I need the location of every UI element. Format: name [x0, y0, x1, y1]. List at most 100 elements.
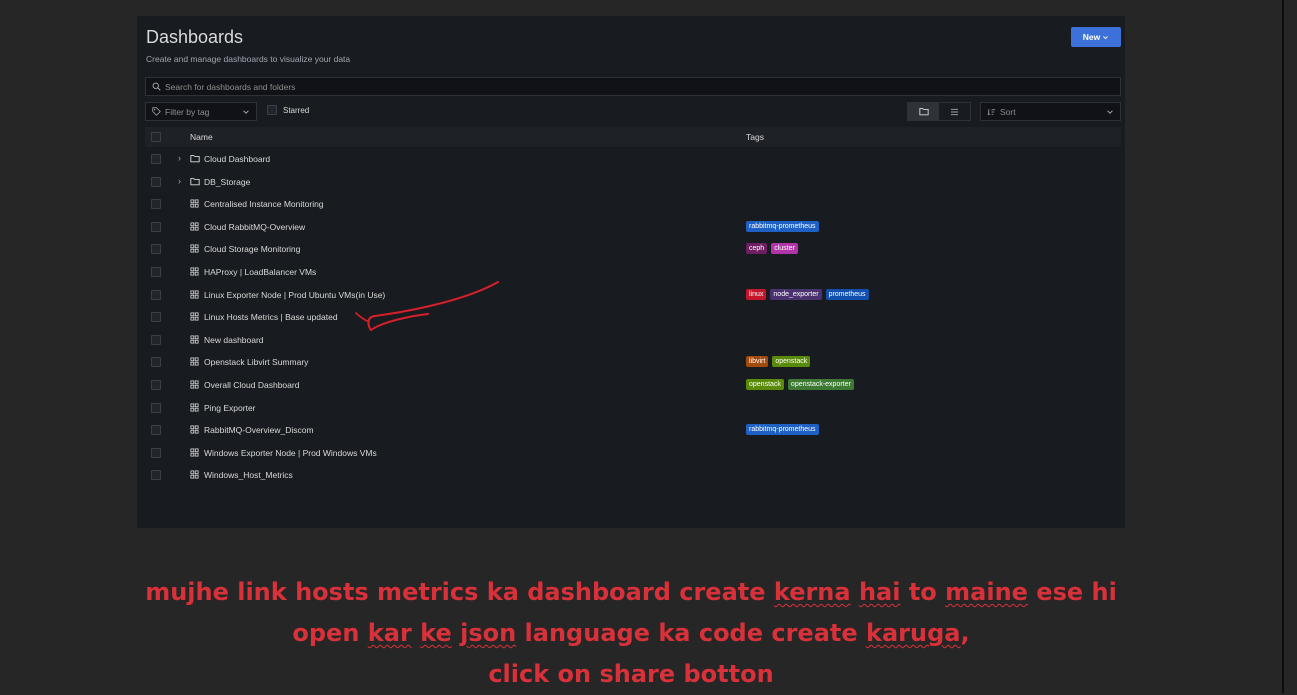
- tag-badge[interactable]: openstack: [772, 356, 811, 368]
- table-row[interactable]: Windows_Host_Metrics: [145, 464, 1121, 487]
- folder-icon: [190, 155, 200, 163]
- chevron-down-icon: [1107, 109, 1113, 114]
- tag-badge[interactable]: rabbitmq-prometheus: [746, 424, 819, 436]
- tag-badge[interactable]: node_exporter: [770, 288, 822, 300]
- dashboard-icon-wrap: [190, 425, 199, 436]
- annotation-line-1: mujhe link hosts metrics ka dashboard cr…: [0, 572, 1262, 613]
- row-checkbox[interactable]: [151, 266, 161, 277]
- row-checkbox[interactable]: [151, 470, 161, 481]
- row-name-link[interactable]: Cloud Storage Monitoring: [204, 244, 300, 254]
- table-row[interactable]: Ping Exporter: [145, 397, 1121, 420]
- starred-label: Starred: [283, 105, 310, 115]
- window-edge: [1282, 0, 1284, 693]
- row-checkbox[interactable]: [151, 312, 161, 323]
- table-row[interactable]: Windows Exporter Node | Prod Windows VMs: [145, 442, 1121, 465]
- chevron-down-icon: [243, 109, 249, 114]
- chevron-right-icon[interactable]: ›: [178, 176, 181, 186]
- starred-checkbox[interactable]: [267, 105, 277, 115]
- annotation-word: open: [292, 619, 368, 647]
- row-name-link[interactable]: Ping Exporter: [204, 403, 256, 413]
- table-row[interactable]: Openstack Libvirt Summary libvirt openstac…: [145, 351, 1121, 374]
- tag-badge[interactable]: openstack: [746, 378, 784, 390]
- chevron-right-icon[interactable]: ›: [178, 153, 181, 163]
- dashboard-grid-icon: [190, 357, 199, 366]
- row-name-link[interactable]: New dashboard: [204, 335, 264, 345]
- dashboard-grid-icon: [190, 425, 199, 434]
- table-row[interactable]: Cloud Storage Monitoring ceph cluster: [145, 238, 1121, 261]
- dashboard-grid-icon: [190, 403, 199, 412]
- tag-badge[interactable]: linux: [746, 288, 767, 300]
- row-checkbox[interactable]: [151, 379, 161, 390]
- table-row[interactable]: RabbitMQ-Overview_Discom rabbitmq-prometh…: [145, 419, 1121, 442]
- row-name-link[interactable]: Linux Exporter Node | Prod Ubuntu VMs(in…: [204, 290, 385, 300]
- row-tags: libvirt openstack: [746, 356, 811, 368]
- row-checkbox[interactable]: [151, 221, 161, 232]
- row-name-link[interactable]: Cloud RabbitMQ-Overview: [204, 222, 305, 232]
- annotation-line-2: open kar ke json language ka code create…: [0, 613, 1262, 654]
- dashboard-icon-wrap: [190, 448, 199, 459]
- tag-badge[interactable]: cluster: [771, 243, 798, 255]
- row-checkbox[interactable]: [151, 244, 161, 255]
- row-checkbox[interactable]: [151, 154, 161, 164]
- table-row[interactable]: Linux Exporter Node | Prod Ubuntu VMs(in…: [145, 284, 1121, 307]
- row-name-link[interactable]: RabbitMQ-Overview_Discom: [204, 425, 314, 435]
- sort-select[interactable]: Sort: [980, 102, 1121, 121]
- row-name-link[interactable]: Windows_Host_Metrics: [204, 470, 293, 480]
- table-row[interactable]: Linux Hosts Metrics | Base updated: [145, 306, 1121, 329]
- tag-badge[interactable]: ceph: [746, 243, 768, 255]
- annotation-word: kerna: [773, 578, 851, 606]
- row-name-link[interactable]: DB_Storage: [204, 177, 250, 187]
- annotation-word: ,: [960, 619, 970, 647]
- new-button[interactable]: New: [1071, 27, 1121, 47]
- sort-label: Sort: [1000, 106, 1016, 117]
- row-name-link[interactable]: Linux Hosts Metrics | Base updated: [204, 312, 338, 322]
- tag-badge[interactable]: rabbitmq-prometheus: [746, 220, 819, 232]
- table-row[interactable]: › Cloud Dashboard: [145, 148, 1121, 171]
- dashboard-icon-wrap: [190, 380, 199, 391]
- row-name-link[interactable]: Cloud Dashboard: [204, 154, 270, 164]
- table-row[interactable]: Overall Cloud Dashboard openstack openstac…: [145, 374, 1121, 397]
- folder-view-button[interactable]: [908, 103, 939, 120]
- select-all-checkbox[interactable]: [151, 132, 161, 142]
- row-name-link[interactable]: Openstack Libvirt Summary: [204, 357, 308, 367]
- dashboard-grid-icon: [190, 222, 199, 231]
- row-name-link[interactable]: Centralised Instance Monitoring: [204, 199, 324, 209]
- dashboard-icon-wrap: [190, 335, 199, 346]
- starred-filter[interactable]: Starred: [267, 105, 309, 115]
- row-checkbox[interactable]: [151, 402, 161, 413]
- row-checkbox[interactable]: [151, 357, 161, 368]
- row-name-link[interactable]: Windows Exporter Node | Prod Windows VMs: [204, 448, 377, 458]
- row-checkbox[interactable]: [151, 176, 161, 187]
- tag-badge[interactable]: libvirt: [746, 356, 769, 368]
- page-subtitle: Create and manage dashboards to visualiz…: [146, 54, 351, 64]
- table-row[interactable]: HAProxy | LoadBalancer VMs: [145, 261, 1121, 284]
- row-tags: rabbitmq-prometheus: [746, 220, 819, 232]
- tag-badge[interactable]: openstack-exporter: [787, 378, 854, 390]
- row-checkbox[interactable]: [151, 447, 161, 458]
- list-view-button[interactable]: [939, 103, 970, 120]
- row-tags: rabbitmq-prometheus: [746, 424, 819, 436]
- annotation-word: [452, 619, 460, 647]
- tag-filter-select[interactable]: Filter by tag: [145, 102, 257, 121]
- search-input[interactable]: Search for dashboards and folders: [145, 77, 1121, 96]
- row-checkbox[interactable]: [151, 334, 161, 345]
- dashboard-list: › Cloud Dashboard › DB_Storage Centralised I…: [145, 148, 1121, 487]
- row-tags: ceph cluster: [746, 243, 798, 255]
- dashboard-grid-icon: [190, 199, 199, 208]
- dashboard-icon-wrap: [190, 403, 199, 414]
- row-checkbox[interactable]: [151, 425, 161, 436]
- annotation-word: ese hi: [1027, 578, 1117, 606]
- annotation-line-3: click on share botton: [488, 660, 774, 688]
- table-row[interactable]: Centralised Instance Monitoring: [145, 193, 1121, 216]
- row-name-link[interactable]: HAProxy | LoadBalancer VMs: [204, 267, 316, 277]
- table-row[interactable]: › DB_Storage: [145, 171, 1121, 194]
- table-row[interactable]: New dashboard: [145, 329, 1121, 352]
- folder-icon: [190, 177, 200, 185]
- table-row[interactable]: Cloud RabbitMQ-Overview rabbitmq-promethe…: [145, 216, 1121, 239]
- row-checkbox[interactable]: [151, 199, 161, 210]
- row-checkbox[interactable]: [151, 289, 161, 300]
- row-name-link[interactable]: Overall Cloud Dashboard: [204, 380, 299, 390]
- tag-badge[interactable]: prometheus: [825, 288, 869, 300]
- row-tags: openstack openstack-exporter: [746, 378, 854, 390]
- tag-icon: [152, 107, 161, 116]
